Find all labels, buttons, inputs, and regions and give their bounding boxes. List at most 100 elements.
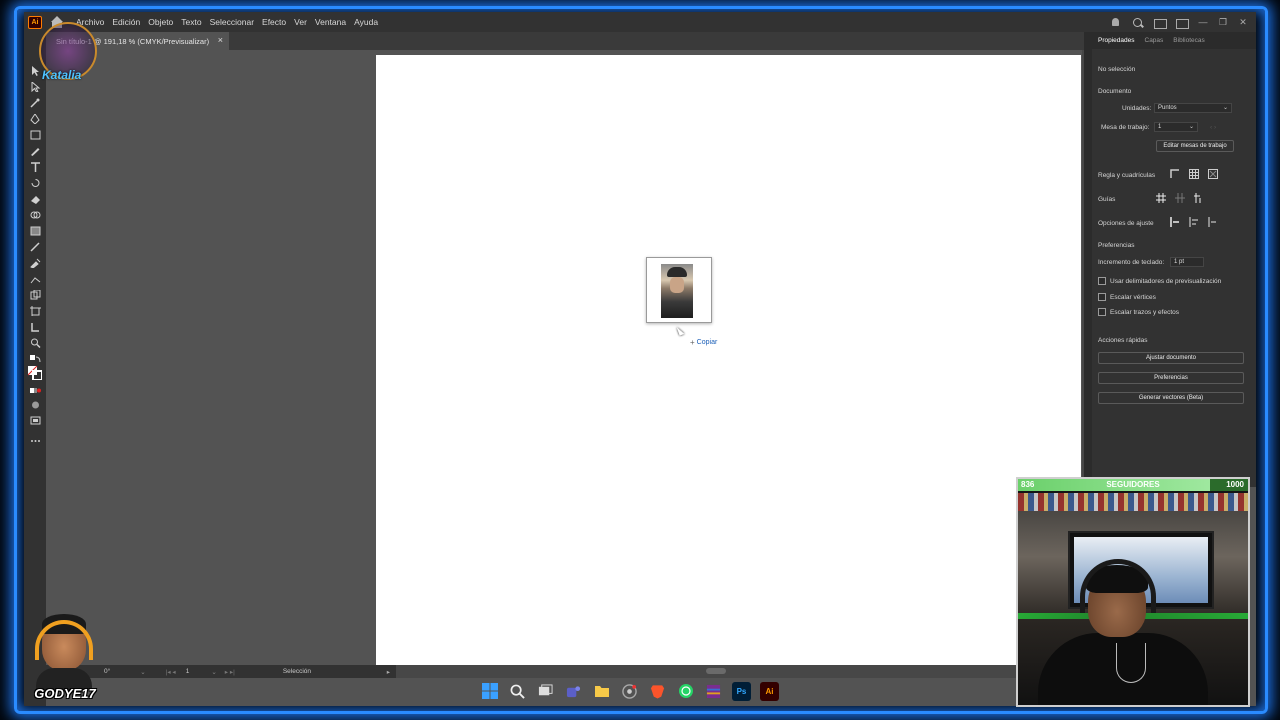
restore-icon[interactable]: ❐	[1218, 17, 1228, 28]
artboard-dropdown-icon[interactable]: ⌄	[211, 668, 216, 676]
canvas-area[interactable]: + Copiar	[46, 50, 1092, 678]
magic-wand-tool-icon[interactable]	[30, 98, 41, 108]
rectangle-tool-icon[interactable]	[30, 130, 41, 140]
close-window-icon[interactable]: ✕	[1238, 17, 1248, 28]
scale-strokes-checkbox[interactable]	[1098, 308, 1106, 316]
menu-bar-right: — ❐ ✕	[1110, 14, 1248, 30]
menu-seleccionar[interactable]: Seleccionar	[206, 17, 258, 27]
preferences-button[interactable]: Preferencias	[1098, 372, 1244, 384]
snap-to-pixel-icon[interactable]	[1208, 217, 1218, 227]
menu-ayuda[interactable]: Ayuda	[350, 17, 382, 27]
shape-builder-tool-icon[interactable]	[30, 210, 41, 219]
screen-mode-icon[interactable]	[30, 416, 41, 425]
gradient-tool-icon[interactable]	[30, 226, 41, 236]
follower-goal: 1000	[1226, 480, 1244, 489]
lock-guides-icon[interactable]	[1175, 193, 1185, 203]
windows-start-icon[interactable]	[480, 682, 499, 701]
illustrator-taskbar-icon[interactable]: Ai	[760, 681, 779, 701]
follower-goal-label: SEGUIDORES	[1106, 480, 1160, 489]
smart-guides-icon[interactable]	[1194, 193, 1204, 203]
edit-artboards-button[interactable]: Editar mesas de trabajo	[1156, 140, 1234, 152]
winrar-icon[interactable]	[704, 682, 723, 701]
fill-stroke-swatch-icon[interactable]	[28, 366, 42, 380]
pencil-tool-icon[interactable]	[30, 146, 41, 156]
chrome-icon[interactable]	[620, 682, 639, 701]
slice-tool-icon[interactable]	[30, 322, 41, 332]
menu-list: Archivo Edición Objeto Texto Seleccionar…	[72, 17, 382, 27]
panel-tabs: Propiedades Capas Bibliotecas	[1092, 32, 1256, 49]
panel-collapse-strip[interactable]	[1084, 32, 1092, 487]
pixel-grid-icon[interactable]	[1208, 169, 1218, 179]
more-tools-icon[interactable]	[30, 436, 41, 445]
eyedropper-tool-icon[interactable]	[30, 258, 41, 268]
close-tab-icon[interactable]: ×	[218, 35, 223, 45]
teams-icon[interactable]	[564, 682, 583, 701]
menu-ventana[interactable]: Ventana	[311, 17, 350, 27]
ruler-icon[interactable]	[1170, 169, 1180, 179]
collectibles-shelf	[1018, 493, 1248, 511]
preferences-heading: Preferencias	[1098, 242, 1135, 249]
artboard-tool-icon[interactable]	[30, 306, 41, 316]
streamer-name: GODYE17	[34, 686, 96, 701]
brave-browser-icon[interactable]	[648, 682, 667, 701]
menu-efecto[interactable]: Efecto	[258, 17, 290, 27]
color-mode-icon[interactable]	[30, 386, 41, 395]
draw-mode-icon[interactable]	[30, 400, 41, 409]
status-menu-arrow-icon[interactable]: ▸	[387, 668, 390, 676]
horizontal-scroll-thumb[interactable]	[706, 668, 726, 674]
file-explorer-icon[interactable]	[592, 682, 611, 701]
mesh-tool-icon[interactable]	[30, 242, 41, 252]
fit-document-button[interactable]: Ajustar documento	[1098, 352, 1244, 364]
scale-corners-checkbox[interactable]	[1098, 293, 1106, 301]
zoom-tool-icon[interactable]	[30, 338, 41, 348]
menu-edicion[interactable]: Edición	[108, 17, 144, 27]
grid-icon[interactable]	[1189, 169, 1199, 179]
artboard-nav-icons[interactable]: ‹ ›	[1210, 124, 1216, 131]
copy-tooltip: + Copiar	[686, 336, 722, 348]
minimize-icon[interactable]: —	[1198, 17, 1208, 28]
menu-texto[interactable]: Texto	[177, 17, 205, 27]
placed-photo-thumbnail[interactable]	[646, 257, 712, 323]
preview-bounds-checkbox[interactable]	[1098, 277, 1106, 285]
tab-properties[interactable]: Propiedades	[1098, 37, 1135, 44]
windows-taskbar: Ps Ai	[480, 680, 779, 702]
pen-tool-icon[interactable]	[30, 114, 41, 124]
workspace-switcher-icon[interactable]	[1154, 17, 1167, 29]
rotate-tool-icon[interactable]	[30, 178, 41, 187]
generate-vectors-button[interactable]: Generar vectores (Beta)	[1098, 392, 1244, 404]
horizontal-scrollbar[interactable]	[396, 665, 1016, 678]
artboard[interactable]	[376, 55, 1081, 670]
menu-bar: Ai Archivo Edición Objeto Texto Seleccio…	[24, 12, 1256, 32]
snap-to-point-icon[interactable]	[1170, 217, 1180, 227]
chevron-down-icon[interactable]: ⌄	[140, 668, 145, 676]
first-artboard-icon[interactable]: |◂ ◂	[166, 668, 176, 676]
artboard-select[interactable]: 1 ⌄	[1154, 122, 1198, 132]
artboard-number-field[interactable]: 1	[186, 668, 190, 675]
eraser-tool-icon[interactable]	[30, 194, 41, 204]
properties-panel: Propiedades Capas Bibliotecas No selecci…	[1092, 32, 1256, 487]
tab-libraries[interactable]: Bibliotecas	[1173, 37, 1204, 44]
swap-colors-icon[interactable]	[30, 354, 41, 363]
quick-actions-heading: Acciones rápidas	[1098, 337, 1148, 344]
search-icon[interactable]	[508, 682, 527, 701]
arrange-documents-icon[interactable]	[1176, 17, 1189, 29]
whatsapp-icon[interactable]	[676, 682, 695, 701]
menu-ver[interactable]: Ver	[290, 17, 311, 27]
type-tool-icon[interactable]	[30, 162, 41, 172]
last-artboard-icon[interactable]: ▸ ▸|	[225, 668, 235, 676]
blend-tool-icon[interactable]	[30, 274, 41, 284]
artboard-label: Mesa de trabajo:	[1101, 124, 1150, 131]
symbol-sprayer-tool-icon[interactable]	[30, 290, 41, 300]
tab-layers[interactable]: Capas	[1145, 37, 1164, 44]
rulers-grids-label: Regla y cuadrículas	[1098, 172, 1156, 179]
menu-objeto[interactable]: Objeto	[144, 17, 177, 27]
rotate-view-field[interactable]: 0°	[104, 668, 110, 675]
units-select[interactable]: Puntos ⌄	[1154, 103, 1232, 113]
notification-icon[interactable]	[1110, 17, 1122, 28]
photoshop-icon[interactable]: Ps	[732, 681, 751, 701]
show-guides-icon[interactable]	[1156, 193, 1166, 203]
task-view-icon[interactable]	[536, 682, 555, 701]
keyboard-increment-field[interactable]: 1 pt	[1170, 257, 1204, 267]
snap-to-grid-icon[interactable]	[1189, 217, 1199, 227]
search-icon[interactable]	[1132, 17, 1144, 28]
